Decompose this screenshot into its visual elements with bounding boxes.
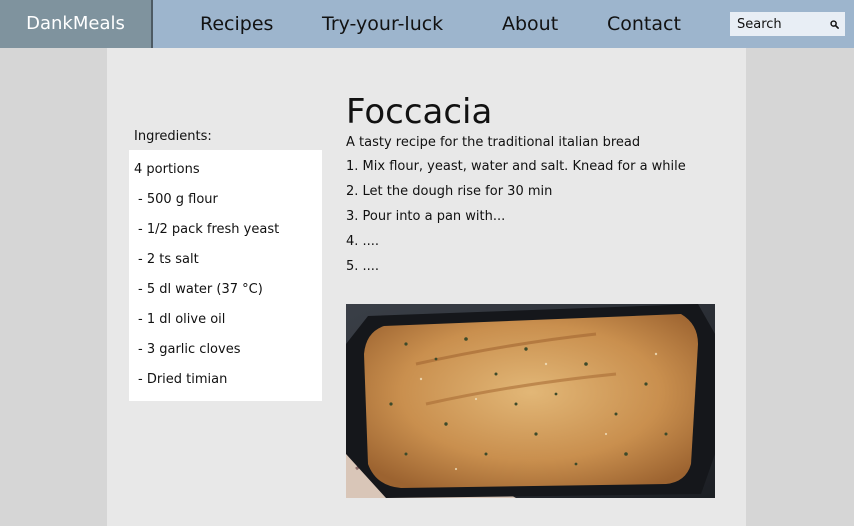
portions-label: 4 portions [134, 162, 200, 177]
recipe-step: 3. Pour into a pan with... [346, 209, 506, 224]
recipe-description: A tasty recipe for the traditional itali… [346, 135, 641, 150]
recipe-step: 2. Let the dough rise for 30 min [346, 184, 553, 199]
ingredient-item: - 1 dl olive oil [138, 312, 226, 327]
navbar: DankMeals Recipes Try-your-luck About Co… [0, 0, 854, 48]
search-input[interactable] [730, 12, 823, 36]
recipe-title: Foccacia [346, 92, 493, 132]
ingredient-item: - 5 dl water (37 °C) [138, 282, 263, 297]
recipe-panel: Ingredients: 4 portions - 500 g flour - … [107, 48, 746, 526]
brand-logo[interactable]: DankMeals [0, 0, 153, 48]
ingredient-item: - 1/2 pack fresh yeast [138, 222, 280, 237]
recipe-step: 1. Mix flour, yeast, water and salt. Kne… [346, 159, 686, 174]
ingredient-item: - Dried timian [138, 372, 228, 387]
recipe-step: 5. .... [346, 259, 380, 274]
ingredients-list: 4 portions - 500 g flour - 1/2 pack fres… [129, 150, 322, 401]
search-bar [730, 12, 845, 36]
nav-link-contact[interactable]: Contact [607, 0, 681, 48]
focaccia-photo [346, 304, 715, 498]
nav-link-about[interactable]: About [502, 0, 558, 48]
search-button[interactable] [823, 12, 845, 36]
nav-link-try-your-luck[interactable]: Try-your-luck [322, 0, 443, 48]
ingredients-heading: Ingredients: [134, 129, 212, 144]
search-icon [829, 19, 839, 29]
recipe-step: 4. .... [346, 234, 380, 249]
ingredient-item: - 3 garlic cloves [138, 342, 241, 357]
focaccia-image [346, 304, 715, 498]
nav-link-recipes[interactable]: Recipes [200, 0, 273, 48]
ingredient-item: - 500 g flour [138, 192, 218, 207]
ingredient-item: - 2 ts salt [138, 252, 199, 267]
